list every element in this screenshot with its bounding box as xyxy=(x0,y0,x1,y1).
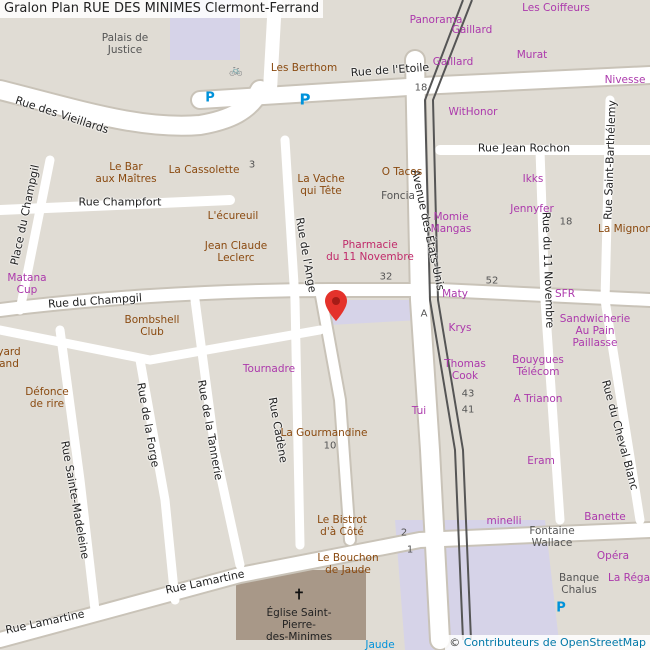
poi-opera[interactable]: Opéra xyxy=(597,550,629,562)
house-number-18: 18 xyxy=(414,82,428,94)
poi-jcleclerc[interactable]: Jean Claude Leclerc xyxy=(205,240,267,264)
poi-bistrot[interactable]: Le Bistrot d'à Côté xyxy=(317,514,367,538)
house-number-32: 32 xyxy=(379,271,393,283)
poi-larega[interactable]: La Réga xyxy=(608,572,650,584)
house-number-18b: 18 xyxy=(559,216,573,228)
copyright-symbol: © xyxy=(449,636,461,649)
poi-withonor[interactable]: WitHonor xyxy=(449,106,498,118)
poi-momie[interactable]: Momie Mangas xyxy=(431,211,472,235)
poi-ecureuil[interactable]: L'écureuil xyxy=(208,210,259,222)
poi-nivesse[interactable]: Nivesse xyxy=(605,74,646,86)
poi-banette[interactable]: Banette xyxy=(584,511,625,523)
map-attribution: © Contributeurs de OpenStreetMap xyxy=(445,635,650,650)
poi-gaillard-2[interactable]: Gaillard xyxy=(433,56,474,68)
house-number-3: 3 xyxy=(248,159,256,171)
bicycle-rental-icon[interactable]: 🚲 xyxy=(229,64,243,77)
poi-matana[interactable]: Matana Cup xyxy=(7,272,46,296)
poi-minelli[interactable]: minelli xyxy=(486,515,521,527)
poi-krys[interactable]: Krys xyxy=(449,322,472,334)
map-title: Gralon Plan RUE DES MINIMES Clermont-Fer… xyxy=(0,0,324,18)
poi-coiffeurs[interactable]: Les Coiffeurs xyxy=(522,2,590,14)
house-number-1: 1 xyxy=(406,544,414,556)
poi-jaude[interactable]: Jaude xyxy=(365,639,394,650)
street-jean-rochon: Rue Jean Rochon xyxy=(477,141,571,155)
poi-gaillard-1[interactable]: Gaillard xyxy=(452,24,493,36)
poi-bar-maitres[interactable]: Le Bar aux Maîtres xyxy=(95,161,156,185)
poi-gourmandine[interactable]: La Gourmandine xyxy=(281,427,368,439)
poi-atrianon[interactable]: A Trianon xyxy=(514,393,563,405)
poi-defonce[interactable]: Défonce de rire xyxy=(25,386,69,410)
osm-contributors-link[interactable]: Contributeurs de OpenStreetMap xyxy=(464,636,646,649)
poi-sandwicherie[interactable]: Sandwicherie Au Pain Paillasse xyxy=(560,313,631,349)
street-champfort: Rue Champfort xyxy=(78,195,162,209)
poi-berthom[interactable]: Les Berthom xyxy=(271,62,337,74)
house-number-2: 2 xyxy=(400,527,408,539)
poi-sfr[interactable]: SFR xyxy=(555,288,575,300)
poi-tournadre[interactable]: Tournadre xyxy=(243,363,295,375)
church-icon: ✝ xyxy=(292,585,306,604)
poi-eram[interactable]: Eram xyxy=(527,455,555,467)
poi-eglise[interactable]: Église Saint- Pierre- des-Minimes xyxy=(266,607,332,643)
poi-banque[interactable]: Banque Chalus xyxy=(559,572,599,596)
poi-palais[interactable]: Palais de Justice xyxy=(102,32,149,56)
poi-vache[interactable]: La Vache qui Tête xyxy=(297,173,344,197)
parking-icon[interactable]: P xyxy=(205,92,215,105)
poi-thomascook[interactable]: Thomas Cook xyxy=(444,358,486,382)
poi-jennyfer[interactable]: Jennyfer xyxy=(510,203,554,215)
poi-foncia[interactable]: Foncia xyxy=(381,190,415,202)
parking-icon[interactable]: P xyxy=(300,92,311,107)
map-canvas[interactable]: Gralon Plan RUE DES MINIMES Clermont-Fer… xyxy=(0,0,650,650)
house-number-52: 52 xyxy=(485,275,499,287)
poi-ikks[interactable]: Ikks xyxy=(523,173,544,185)
poi-pharmacie[interactable]: Pharmacie du 11 Novembre xyxy=(326,239,414,263)
poi-bouygues[interactable]: Bouygues Télécom xyxy=(512,354,564,378)
house-number-10: 10 xyxy=(323,440,337,452)
poi-mignon[interactable]: La Mignon xyxy=(598,223,650,235)
house-number-41: 41 xyxy=(461,404,475,416)
poi-tui[interactable]: Tui xyxy=(412,405,426,417)
poi-fontaine[interactable]: Fontaine Wallace xyxy=(529,525,574,549)
house-number-a: A xyxy=(420,308,428,320)
poi-murat[interactable]: Murat xyxy=(517,49,548,61)
poi-bouchon[interactable]: Le Bouchon de Jaude xyxy=(317,552,378,576)
poi-otacos[interactable]: O Tacos xyxy=(382,166,422,178)
poi-cassolette[interactable]: La Cassolette xyxy=(169,164,240,176)
poi-yard[interactable]: yard and xyxy=(0,346,21,370)
poi-bombshell[interactable]: Bombshell Club xyxy=(125,314,180,338)
parking-icon[interactable]: P xyxy=(556,602,566,615)
house-number-43: 43 xyxy=(461,388,475,400)
poi-maty[interactable]: Maty xyxy=(442,288,468,300)
